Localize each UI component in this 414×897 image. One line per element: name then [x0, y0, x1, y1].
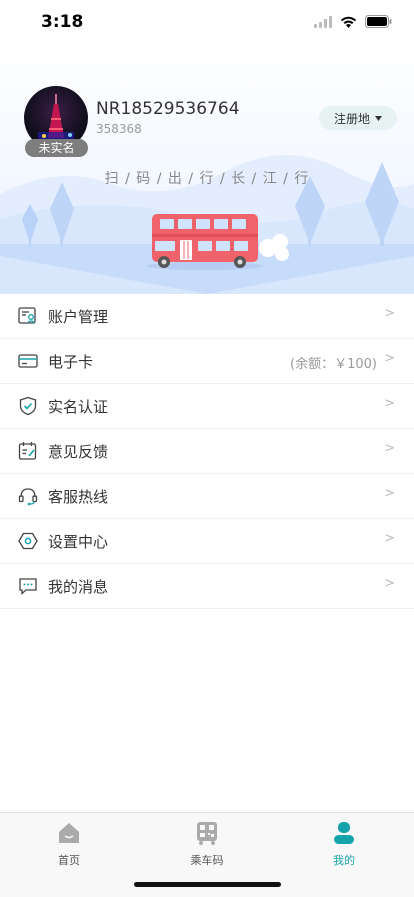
card-icon: [18, 354, 38, 368]
tab-ride-code[interactable]: 乘车码: [167, 821, 247, 868]
menu-item-hotline[interactable]: 客服热线 >: [0, 474, 414, 519]
region-label: 注册地: [333, 111, 370, 126]
chat-icon: [19, 578, 37, 595]
menu-item-feedback[interactable]: 意见反馈 >: [0, 429, 414, 474]
menu-label-settings: 设置中心: [48, 533, 109, 551]
verify-status-badge[interactable]: 未实名: [25, 139, 88, 157]
wifi-icon: [340, 16, 357, 28]
bus-illustration: [152, 214, 258, 268]
home-indicator: [134, 882, 281, 887]
menu-label-ecard: 电子卡: [48, 353, 94, 371]
account-card-icon: [18, 307, 36, 324]
menu-item-messages[interactable]: 我的消息 >: [0, 564, 414, 609]
username: NR18529536764: [96, 99, 240, 119]
caret-down-icon: [375, 115, 382, 121]
tab-mine[interactable]: 我的: [304, 821, 384, 868]
menu-label-hotline: 客服热线: [48, 488, 109, 506]
shield-check-icon: [19, 396, 37, 416]
chevron-right-icon: >: [384, 441, 395, 456]
chevron-right-icon: >: [384, 531, 395, 546]
status-bar: 3:18: [0, 0, 414, 44]
status-icons: [314, 15, 392, 28]
chevron-right-icon: >: [384, 306, 395, 321]
ecard-balance: (余额：￥100): [290, 357, 377, 372]
bus-qr-icon: [197, 822, 217, 845]
feedback-calendar-icon: [18, 442, 37, 460]
chevron-right-icon: >: [384, 486, 395, 501]
banner-slogan: 扫 / 码 / 出 / 行 / 长 / 江 / 行: [104, 171, 310, 187]
tab-label-ride-code: 乘车码: [190, 854, 224, 867]
menu-label-verification: 实名认证: [48, 398, 109, 416]
menu-item-verification[interactable]: 实名认证 >: [0, 384, 414, 429]
menu-label-messages: 我的消息: [48, 578, 109, 596]
status-time: 3:18: [41, 12, 84, 32]
signal-icon: [314, 15, 332, 28]
chevron-right-icon: >: [384, 396, 395, 411]
tab-home[interactable]: 首页: [29, 821, 109, 868]
chevron-right-icon: >: [384, 351, 395, 366]
battery-icon: [365, 15, 392, 28]
region-dropdown-button[interactable]: 注册地: [319, 106, 397, 130]
chevron-right-icon: >: [384, 576, 395, 591]
menu-item-ecard[interactable]: 电子卡 (余额：￥100) >: [0, 339, 414, 384]
menu-label-feedback: 意见反馈: [48, 443, 109, 461]
tab-label-home: 首页: [58, 854, 80, 867]
menu-list: 账户管理 > 电子卡 (余额：￥100) > 实名认证 > 意见反馈 > 客服热…: [0, 294, 414, 609]
menu-label-account: 账户管理: [48, 308, 109, 326]
menu-item-settings[interactable]: 设置中心 >: [0, 519, 414, 564]
user-id: 358368: [96, 122, 142, 136]
headset-icon: [18, 488, 38, 506]
hexagon-settings-icon: [18, 532, 38, 550]
tab-label-mine: 我的: [333, 854, 355, 867]
menu-item-account[interactable]: 账户管理 >: [0, 294, 414, 339]
home-icon: [59, 823, 79, 843]
person-icon: [334, 822, 354, 844]
